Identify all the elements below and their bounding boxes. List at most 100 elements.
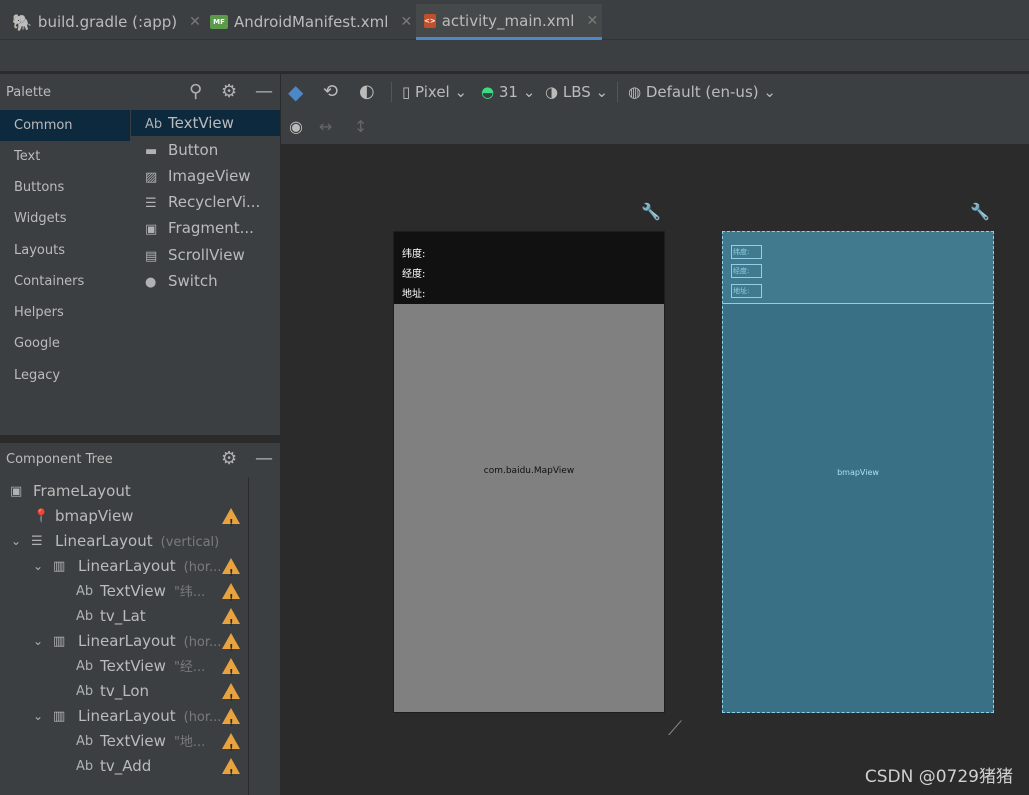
palette-category-widgets[interactable]: Widgets bbox=[0, 203, 130, 234]
preview-address-text: 地址: bbox=[402, 289, 426, 300]
tree-row-name: TextView bbox=[100, 657, 166, 675]
framelayout-icon: ▣ bbox=[10, 484, 23, 499]
palette-category-containers[interactable]: Containers bbox=[0, 266, 130, 297]
editor-tab-bar: 🐘 build.gradle (:app) ✕ MF AndroidManife… bbox=[0, 0, 1029, 40]
layers-icon[interactable]: ◆ bbox=[288, 74, 303, 110]
palette-item-label: ScrollView bbox=[168, 246, 245, 264]
chevron-down-icon: ⌄ bbox=[590, 83, 609, 101]
warning-icon[interactable] bbox=[222, 633, 240, 661]
palette-item-button[interactable]: ▬ Button bbox=[131, 137, 280, 163]
fragment-icon: ▣ bbox=[145, 222, 158, 237]
palette-category-layouts[interactable]: Layouts bbox=[0, 235, 130, 266]
chevron-down-icon[interactable]: ⌄ bbox=[33, 554, 43, 579]
textview-icon: Ab bbox=[145, 117, 163, 132]
panel-splitter[interactable] bbox=[0, 435, 280, 443]
button-icon: ▬ bbox=[145, 144, 158, 159]
palette-category-common[interactable]: Common bbox=[0, 110, 130, 141]
vertical-resize-icon: ↕ bbox=[354, 117, 368, 136]
warning-icon[interactable] bbox=[222, 658, 240, 686]
orientation-icon[interactable]: ⟲ bbox=[323, 74, 338, 110]
tab-android-manifest[interactable]: MF AndroidManifest.xml ✕ bbox=[202, 4, 420, 40]
tree-row[interactable]: ⌄ ☰ LinearLayout (vertical) bbox=[0, 529, 248, 554]
tree-row[interactable]: Ab TextView "经... bbox=[0, 654, 248, 686]
tree-row[interactable]: Ab TextView "纬... bbox=[0, 579, 248, 611]
warning-icon[interactable] bbox=[222, 558, 240, 586]
chevron-down-icon[interactable]: ⌄ bbox=[33, 629, 43, 654]
tree-row[interactable]: ⌄ ▥ LinearLayout (hor... bbox=[0, 629, 248, 661]
gear-icon[interactable]: ⚙ bbox=[221, 448, 237, 469]
device-selector[interactable]: ▯ Pixel ⌄ bbox=[402, 74, 467, 110]
eye-icon[interactable]: ◉ bbox=[289, 110, 303, 144]
blueprint-textview: 地址: bbox=[731, 284, 762, 298]
globe-icon: ◍ bbox=[628, 83, 646, 101]
horizontal-layout-icon: ▥ bbox=[53, 634, 66, 649]
wrench-icon[interactable]: 🔧 bbox=[970, 202, 990, 221]
palette-category-buttons[interactable]: Buttons bbox=[0, 172, 130, 203]
android-icon: ◓ bbox=[481, 83, 499, 101]
warning-icon[interactable] bbox=[222, 508, 240, 536]
gear-icon[interactable]: ⚙ bbox=[221, 81, 237, 102]
tree-row-hint: (hor... bbox=[183, 635, 222, 650]
resize-handle-icon[interactable]: ⟋ bbox=[668, 716, 682, 740]
blueprint-header: 纬度: 经度: 地址: bbox=[723, 232, 993, 304]
api-selector[interactable]: ◓ 31 ⌄ bbox=[481, 74, 535, 110]
chevron-down-icon[interactable]: ⌄ bbox=[11, 529, 21, 554]
horizontal-layout-icon: ▥ bbox=[53, 559, 66, 574]
manifest-icon: MF bbox=[210, 15, 228, 29]
warning-icon[interactable] bbox=[222, 683, 240, 711]
palette-category-helpers[interactable]: Helpers bbox=[0, 297, 130, 328]
palette-item-textview[interactable]: Ab TextView bbox=[131, 110, 280, 136]
palette-item-imageview[interactable]: ▨ ImageView bbox=[131, 163, 280, 189]
search-icon[interactable]: ⚲ bbox=[189, 81, 202, 102]
theme-icon: ◑ bbox=[545, 83, 563, 101]
palette-category-google[interactable]: Google bbox=[0, 328, 130, 359]
design-toolbar-secondary: ◉ ↔ ↕ bbox=[281, 110, 1029, 144]
palette-item-switch[interactable]: ● Switch bbox=[131, 268, 280, 294]
blueprint-preview[interactable]: 纬度: 经度: 地址: bmapView bbox=[722, 231, 994, 713]
palette-item-recyclerview[interactable]: ☰ RecyclerVi... bbox=[131, 189, 280, 215]
tree-row[interactable]: Ab tv_Lon bbox=[0, 679, 248, 711]
warning-icon[interactable] bbox=[222, 733, 240, 761]
warning-icon[interactable] bbox=[222, 708, 240, 736]
locale-selector[interactable]: ◍ Default (en-us) ⌄ bbox=[628, 74, 776, 110]
tree-scrollbar[interactable] bbox=[248, 477, 280, 795]
palette-category-text[interactable]: Text bbox=[0, 141, 130, 172]
tree-row[interactable]: ▣ FrameLayout bbox=[0, 479, 248, 504]
warning-icon[interactable] bbox=[222, 583, 240, 611]
tree-row[interactable]: Ab tv_Add bbox=[0, 754, 248, 786]
palette-item-label: TextView bbox=[168, 114, 234, 132]
theme-selector[interactable]: ◑ LBS ⌄ bbox=[545, 74, 608, 110]
tree-row-label: LinearLayout (hor... bbox=[78, 629, 221, 655]
tree-row-name: LinearLayout bbox=[78, 557, 176, 575]
tree-row[interactable]: ⌄ ▥ LinearLayout (hor... bbox=[0, 554, 248, 586]
locale-label: Default (en-us) bbox=[645, 83, 759, 101]
close-icon[interactable]: ✕ bbox=[189, 14, 201, 30]
gradle-icon: 🐘 bbox=[12, 12, 32, 32]
tab-activity-main[interactable]: <> activity_main.xml ✕ bbox=[416, 4, 602, 40]
tree-row[interactable]: 📍 bmapView bbox=[0, 504, 248, 536]
minimize-icon[interactable]: — bbox=[255, 81, 273, 102]
list-icon: ☰ bbox=[145, 196, 157, 211]
close-icon[interactable]: ✕ bbox=[586, 13, 598, 29]
chevron-down-icon[interactable]: ⌄ bbox=[33, 704, 43, 729]
image-icon: ▨ bbox=[145, 170, 158, 185]
design-preview[interactable]: 纬度: 经度: 地址: com.baidu.MapView bbox=[393, 231, 665, 713]
palette-category-legacy[interactable]: Legacy bbox=[0, 360, 130, 391]
device-label: Pixel bbox=[415, 83, 450, 101]
tree-row[interactable]: Ab tv_Lat bbox=[0, 604, 248, 636]
tab-build-gradle[interactable]: 🐘 build.gradle (:app) ✕ bbox=[4, 4, 209, 40]
tree-row[interactable]: Ab TextView "地... bbox=[0, 729, 248, 761]
close-icon[interactable]: ✕ bbox=[400, 14, 412, 30]
tree-row[interactable]: ⌄ ▥ LinearLayout (hor... bbox=[0, 704, 248, 736]
wrench-icon[interactable]: 🔧 bbox=[641, 202, 661, 221]
palette-item-label: Fragment... bbox=[168, 219, 254, 237]
palette-item-fragment[interactable]: ▣ Fragment... bbox=[131, 215, 280, 241]
night-mode-icon[interactable]: ◐ bbox=[359, 74, 375, 110]
tree-row-hint: "经... bbox=[173, 660, 206, 675]
chevron-down-icon: ⌄ bbox=[449, 83, 468, 101]
warning-icon[interactable] bbox=[222, 758, 240, 786]
palette-item-label: RecyclerVi... bbox=[168, 193, 261, 211]
palette-item-scrollview[interactable]: ▤ ScrollView bbox=[131, 242, 280, 268]
minimize-icon[interactable]: — bbox=[255, 448, 273, 469]
warning-icon[interactable] bbox=[222, 608, 240, 636]
